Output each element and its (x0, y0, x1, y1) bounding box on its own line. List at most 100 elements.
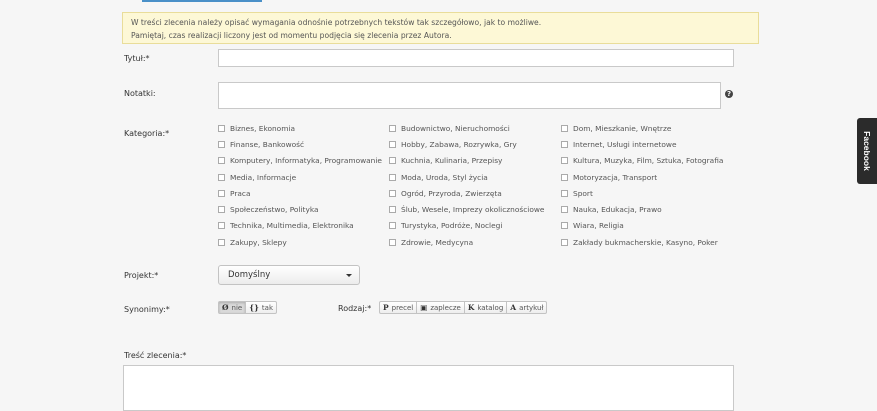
checkbox[interactable] (389, 205, 396, 213)
type-precel-button[interactable]: P precel (379, 301, 418, 314)
project-label: Projekt:* (124, 271, 159, 280)
no-symbol-icon: Ø (222, 303, 229, 312)
category-option-label: Dom, Mieszkanie, Wnętrze (573, 123, 672, 133)
category-option[interactable]: Biznes, Ekonomia (218, 122, 295, 134)
category-option[interactable]: Finanse, Bankowość (218, 138, 304, 150)
notice-line-2: Pamiętaj, czas realizacji liczony jest o… (131, 31, 452, 40)
notes-textarea[interactable] (218, 82, 721, 109)
category-option-label: Technika, Multimedia, Elektronika (230, 220, 354, 230)
category-label: Kategoria:* (124, 129, 170, 138)
checkbox[interactable] (561, 205, 568, 213)
category-option[interactable]: Praca (218, 187, 251, 199)
category-option[interactable]: Hobby, Zabawa, Rozrywka, Gry (389, 138, 517, 150)
category-option[interactable]: Budownictwo, Nieruchomości (389, 122, 510, 134)
category-option[interactable]: Wiara, Religia (561, 219, 624, 231)
caret-down-icon (346, 274, 352, 277)
checkbox[interactable] (389, 124, 396, 132)
type-zaplecze-button[interactable]: ▣ zaplecze (416, 301, 465, 314)
category-option-label: Internet, Usługi internetowe (573, 139, 677, 149)
checkbox[interactable] (218, 205, 225, 213)
braces-icon: {} (249, 303, 259, 312)
checkbox[interactable] (218, 238, 225, 246)
type-artykul-button[interactable]: A artykuł (506, 301, 548, 314)
facebook-tab[interactable]: Facebook (857, 118, 877, 184)
title-input[interactable] (218, 49, 734, 67)
checkbox[interactable] (389, 238, 396, 246)
category-option-label: Kultura, Muzyka, Film, Sztuka, Fotografi… (573, 155, 724, 165)
checkbox[interactable] (389, 140, 396, 148)
category-option[interactable]: Zakłady bukmacherskie, Kasyno, Poker (561, 236, 718, 248)
synonyms-yes-label: tak (261, 303, 273, 312)
category-option[interactable]: Społeczeństwo, Polityka (218, 203, 319, 215)
type-katalog-button[interactable]: K katalog (463, 301, 508, 314)
category-option-label: Społeczeństwo, Polityka (230, 204, 319, 214)
checkbox[interactable] (218, 140, 225, 148)
category-option[interactable]: Ślub, Wesele, Imprezy okolicznościowe (389, 203, 544, 215)
help-icon[interactable]: ? (725, 90, 733, 98)
checkbox[interactable] (561, 238, 568, 246)
checkbox[interactable] (561, 156, 568, 164)
notes-label: Notatki: (124, 89, 156, 98)
category-option[interactable]: Turystyka, Podróże, Noclegi (389, 219, 502, 231)
category-option[interactable]: Kultura, Muzyka, Film, Sztuka, Fotografi… (561, 154, 723, 166)
category-option[interactable]: Zakupy, Sklepy (218, 236, 287, 248)
checkbox[interactable] (561, 189, 568, 197)
checkbox[interactable] (218, 156, 225, 164)
category-option[interactable]: Dom, Mieszkanie, Wnętrze (561, 122, 671, 134)
category-option[interactable]: Nauka, Edukacja, Prawo (561, 203, 662, 215)
synonyms-no-button[interactable]: Ø nie (218, 301, 247, 314)
category-option-label: Motoryzacja, Transport (573, 172, 658, 182)
category-option[interactable]: Internet, Usługi internetowe (561, 138, 677, 150)
category-option[interactable]: Zdrowie, Medycyna (389, 236, 473, 248)
project-select[interactable]: Domyślny (218, 265, 360, 285)
checkbox[interactable] (561, 173, 568, 181)
checkbox[interactable] (561, 140, 568, 148)
category-option-label: Komputery, Informatyka, Programowanie (230, 155, 382, 165)
category-option[interactable]: Moda, Uroda, Styl życia (389, 171, 488, 183)
category-option[interactable]: Komputery, Informatyka, Programowanie (218, 154, 382, 166)
synonyms-yes-button[interactable]: {} tak (245, 301, 277, 314)
category-option-label: Hobby, Zabawa, Rozrywka, Gry (401, 139, 517, 149)
synonyms-label: Synonimy:* (124, 305, 170, 314)
category-option[interactable]: Motoryzacja, Transport (561, 171, 657, 183)
checkbox[interactable] (218, 221, 225, 229)
category-option[interactable]: Kuchnia, Kulinaria, Przepisy (389, 154, 502, 166)
zaplecze-icon: ▣ (420, 303, 428, 312)
checkbox[interactable] (389, 221, 396, 229)
checkbox[interactable] (218, 189, 225, 197)
category-option-label: Budownictwo, Nieruchomości (401, 123, 510, 133)
type-artykul-label: artykuł (519, 303, 544, 312)
category-option[interactable]: Ogród, Przyroda, Zwierzęta (389, 187, 502, 199)
category-option-label: Zdrowie, Medycyna (401, 237, 474, 247)
title-label: Tytuł:* (124, 54, 150, 63)
category-option-label: Ogród, Przyroda, Zwierzęta (401, 188, 502, 198)
info-notice: W treści zlecenia należy opisać wymagani… (122, 12, 759, 44)
checkbox[interactable] (389, 189, 396, 197)
checkbox[interactable] (389, 156, 396, 164)
type-zaplecze-label: zaplecze (430, 303, 461, 312)
category-option-label: Zakupy, Sklepy (230, 237, 287, 247)
checkbox[interactable] (218, 124, 225, 132)
type-toggle[interactable]: P precel ▣ zaplecze K katalog A artykuł (379, 301, 548, 314)
category-option-label: Nauka, Edukacja, Prawo (573, 204, 662, 214)
category-option-label: Moda, Uroda, Styl życia (401, 172, 488, 182)
category-option-label: Ślub, Wesele, Imprezy okolicznościowe (401, 204, 545, 214)
category-option-label: Sport (573, 188, 593, 198)
katalog-icon: K (467, 303, 475, 312)
checkbox[interactable] (389, 173, 396, 181)
category-option-label: Finanse, Bankowość (230, 139, 305, 149)
project-select-value: Domyślny (228, 270, 271, 280)
facebook-tab-label: Facebook (862, 131, 872, 171)
content-label: Treść zlecenia:* (124, 351, 187, 360)
category-option-label: Biznes, Ekonomia (230, 123, 295, 133)
checkbox[interactable] (561, 124, 568, 132)
checkbox[interactable] (218, 173, 225, 181)
content-textarea[interactable] (123, 365, 734, 411)
synonyms-toggle[interactable]: Ø nie {} tak (218, 301, 277, 314)
category-option[interactable]: Technika, Multimedia, Elektronika (218, 219, 354, 231)
category-option[interactable]: Media, Informacje (218, 171, 296, 183)
checkbox[interactable] (561, 221, 568, 229)
category-option-label: Turystyka, Podróże, Noclegi (401, 220, 503, 230)
category-option[interactable]: Sport (561, 187, 593, 199)
category-option-label: Praca (230, 188, 251, 198)
